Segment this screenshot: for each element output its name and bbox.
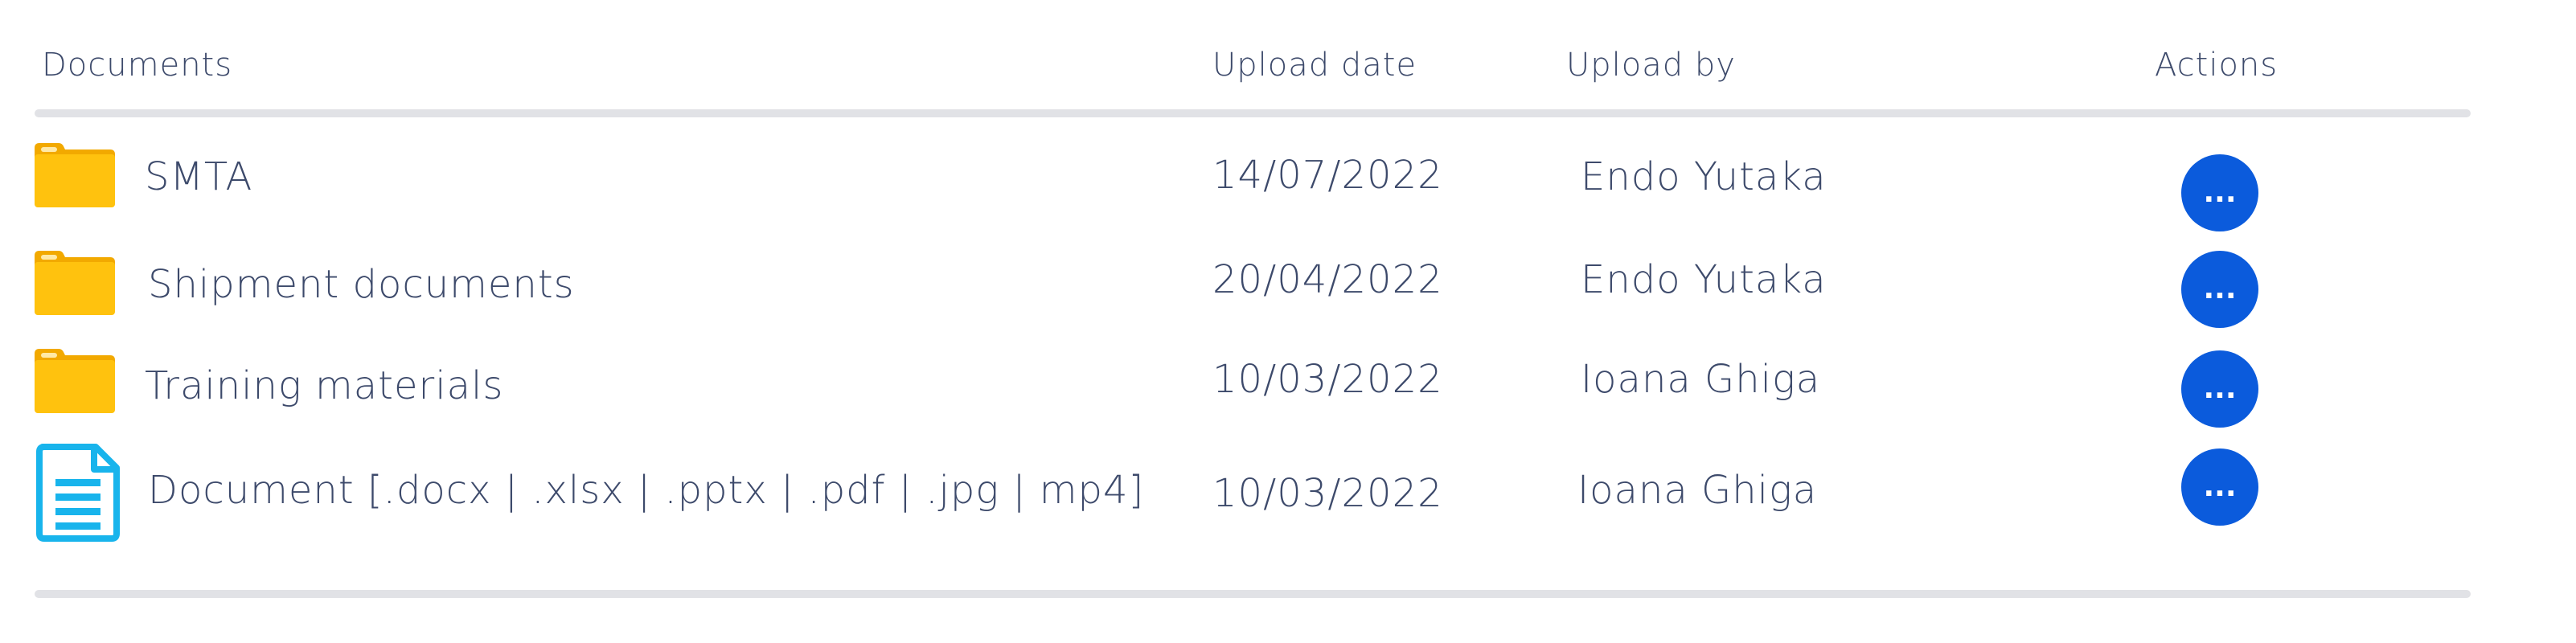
- more-icon: ...: [2203, 372, 2237, 405]
- column-header-actions: Actions: [2155, 47, 2279, 84]
- upload-date: 10/03/2022: [1212, 357, 1443, 402]
- actions-button[interactable]: ...: [2181, 154, 2258, 231]
- actions-button[interactable]: ...: [2181, 448, 2258, 526]
- actions-button[interactable]: ...: [2181, 251, 2258, 328]
- document-name[interactable]: Training materials: [145, 363, 503, 408]
- actions-button[interactable]: ...: [2181, 350, 2258, 428]
- column-header-upload-by: Upload by: [1566, 47, 1736, 84]
- folder-icon: [35, 349, 115, 413]
- upload-date: 14/07/2022: [1212, 153, 1443, 198]
- upload-date: 20/04/2022: [1212, 257, 1443, 302]
- document-name[interactable]: Document [.docx | .xlsx | .pptx | .pdf |…: [148, 468, 1144, 513]
- folder-icon: [35, 251, 115, 315]
- more-icon: ...: [2203, 272, 2237, 305]
- more-icon: ...: [2203, 176, 2237, 209]
- header-divider: [35, 109, 2471, 117]
- document-icon: [36, 444, 120, 542]
- upload-by: Ioana Ghiga: [1581, 357, 1821, 402]
- upload-by: Endo Yutaka: [1581, 257, 1827, 302]
- more-icon: ...: [2203, 470, 2237, 503]
- folder-icon: [35, 143, 115, 207]
- upload-by: Ioana Ghiga: [1577, 468, 1818, 513]
- footer-divider: [35, 590, 2471, 598]
- column-header-upload-date: Upload date: [1212, 47, 1417, 84]
- document-name[interactable]: SMTA: [145, 154, 252, 199]
- document-name[interactable]: Shipment documents: [148, 262, 575, 307]
- column-header-documents: Documents: [42, 47, 233, 84]
- upload-by: Endo Yutaka: [1581, 154, 1827, 199]
- upload-date: 10/03/2022: [1212, 471, 1443, 516]
